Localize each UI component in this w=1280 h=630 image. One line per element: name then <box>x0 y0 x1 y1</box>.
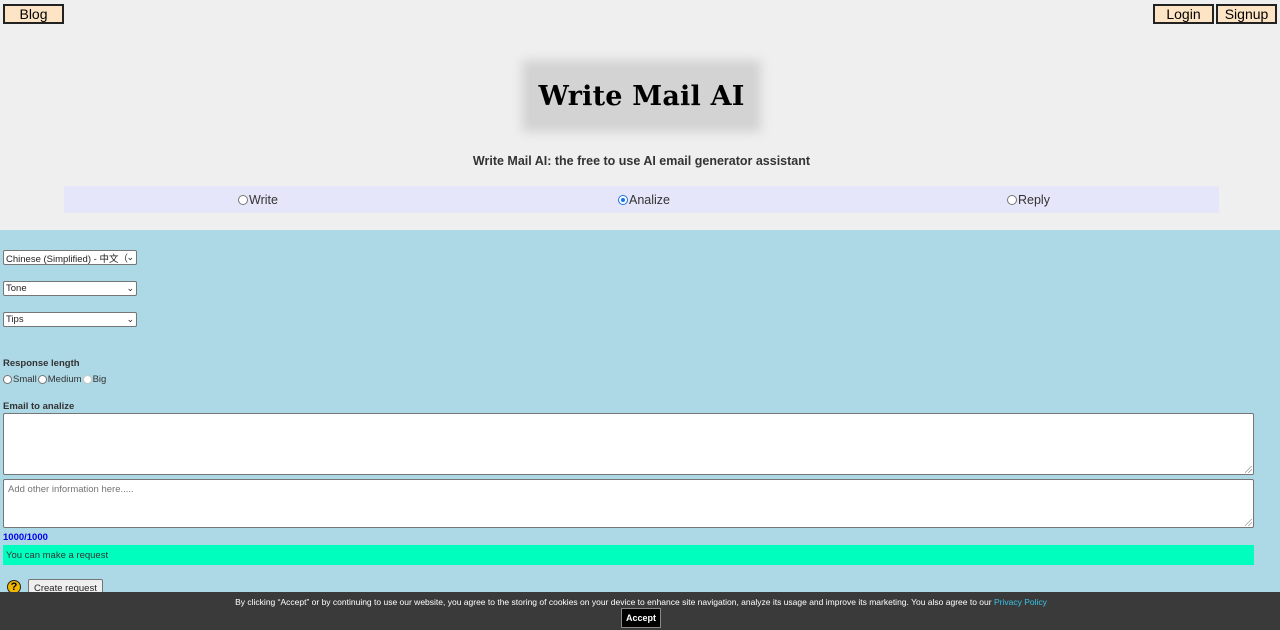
chevron-down-icon: ⌄ <box>126 252 134 262</box>
chevron-down-icon: ⌄ <box>126 314 134 324</box>
length-big-label: Big <box>92 373 107 385</box>
resize-grip-icon[interactable] <box>1245 466 1252 473</box>
mode-selector: Write Analize Reply <box>64 186 1219 213</box>
small-radio[interactable] <box>3 374 12 384</box>
tone-select[interactable]: Tone ⌄ <box>3 281 137 296</box>
response-length-label: Response length <box>3 358 80 369</box>
tips-select[interactable]: Tips ⌄ <box>3 312 137 327</box>
reply-radio[interactable] <box>1007 194 1017 205</box>
cookie-text: By clicking “Accept” or by continuing to… <box>0 597 1280 607</box>
medium-radio[interactable] <box>37 374 47 384</box>
mode-reply-label: Reply <box>1018 192 1050 207</box>
chevron-down-icon: ⌄ <box>126 283 134 293</box>
mode-write[interactable]: Write <box>238 186 278 213</box>
blog-button[interactable]: Blog <box>3 4 64 24</box>
privacy-policy-link[interactable]: Privacy Policy <box>994 597 1047 607</box>
email-textarea[interactable] <box>3 413 1254 475</box>
mode-analize-label: Analize <box>629 192 670 207</box>
info-placeholder: Add other information here..... <box>8 484 134 495</box>
login-button[interactable]: Login <box>1153 4 1214 24</box>
status-bar: You can make a request <box>3 545 1254 565</box>
tips-select-value: Tips <box>6 314 24 325</box>
response-length-options: Small Medium Big <box>3 373 107 385</box>
form-area: Chinese (Simplified) - 中文（ ⌄ Tone ⌄ Tips… <box>0 230 1280 630</box>
page-title: Write Mail AI <box>538 80 745 112</box>
title-box: Write Mail AI <box>530 68 753 124</box>
cookie-message: By clicking “Accept” or by continuing to… <box>235 597 992 607</box>
analize-radio[interactable] <box>618 194 628 205</box>
length-medium-label: Medium <box>47 373 82 385</box>
length-medium[interactable]: Medium <box>37 373 82 385</box>
email-label: Email to analize <box>3 401 75 412</box>
signup-button[interactable]: Signup <box>1216 4 1277 24</box>
length-small-label: Small <box>13 373 37 385</box>
info-textarea[interactable]: Add other information here..... <box>3 479 1254 528</box>
length-big[interactable]: Big <box>82 373 107 385</box>
mode-write-label: Write <box>249 192 278 207</box>
big-radio[interactable] <box>82 374 92 384</box>
tone-select-value: Tone <box>6 283 27 294</box>
char-counter: 1000/1000 <box>3 532 48 543</box>
cookie-banner: By clicking “Accept” or by continuing to… <box>0 592 1280 630</box>
page-subtitle: Write Mail AI: the free to use AI email … <box>472 154 811 168</box>
resize-grip-icon[interactable] <box>1245 519 1252 526</box>
mode-reply[interactable]: Reply <box>1007 186 1050 213</box>
accept-button[interactable]: Accept <box>621 608 661 628</box>
write-radio[interactable] <box>238 194 248 205</box>
mode-analize[interactable]: Analize <box>618 186 670 213</box>
length-small[interactable]: Small <box>3 374 37 385</box>
language-select-value: Chinese (Simplified) - 中文（ <box>6 253 128 265</box>
status-text: You can make a request <box>6 549 109 561</box>
language-select[interactable]: Chinese (Simplified) - 中文（ ⌄ <box>3 250 137 265</box>
